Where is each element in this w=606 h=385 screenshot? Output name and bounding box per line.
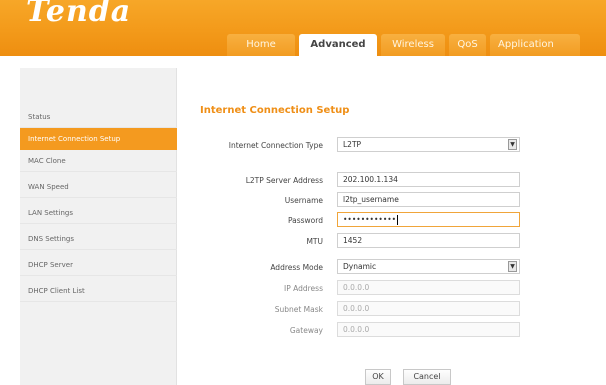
ip-address-input: 0.0.0.0 — [337, 280, 520, 295]
text-cursor — [397, 215, 399, 225]
chevron-down-icon[interactable]: ▼ — [508, 261, 517, 272]
cancel-button[interactable]: Cancel — [403, 369, 451, 385]
sidebar-item-wan-speed[interactable]: WAN Speed — [20, 176, 177, 198]
server-address-input[interactable]: 202.100.1.134 — [337, 172, 520, 187]
connection-type-select[interactable]: L2TP ▼ — [337, 137, 520, 152]
sidebar: Status Internet Connection Setup MAC Clo… — [20, 68, 177, 385]
mtu-input[interactable]: 1452 — [337, 233, 520, 248]
tab-home[interactable]: Home — [227, 34, 295, 56]
mtu-label: MTU — [306, 237, 323, 246]
tenda-logo: Tenda — [26, 0, 132, 29]
address-mode-label: Address Mode — [270, 263, 323, 272]
server-address-label: L2TP Server Address — [245, 176, 323, 185]
subnet-mask-label: Subnet Mask — [274, 305, 323, 314]
sidebar-item-dhcp-server[interactable]: DHCP Server — [20, 254, 177, 276]
sidebar-item-dns-settings[interactable]: DNS Settings — [20, 228, 177, 250]
page-title: Internet Connection Setup — [200, 105, 350, 116]
sidebar-item-mac-clone[interactable]: MAC Clone — [20, 150, 177, 172]
tab-advanced[interactable]: Advanced — [299, 34, 377, 56]
username-input[interactable]: l2tp_username — [337, 192, 520, 207]
sidebar-item-internet-connection-setup[interactable]: Internet Connection Setup — [20, 128, 177, 150]
sidebar-item-lan-settings[interactable]: LAN Settings — [20, 202, 177, 224]
header-bar: Tenda Home Advanced Wireless QoS Applica… — [0, 0, 606, 56]
chevron-down-icon[interactable]: ▼ — [508, 139, 517, 150]
password-value: •••••••••••• — [343, 215, 397, 224]
subnet-mask-input: 0.0.0.0 — [337, 301, 520, 316]
username-label: Username — [284, 196, 323, 205]
address-mode-select[interactable]: Dynamic ▼ — [337, 259, 520, 274]
password-label: Password — [287, 216, 323, 225]
ok-button[interactable]: OK — [365, 369, 391, 385]
sidebar-item-status[interactable]: Status — [20, 106, 177, 128]
connection-type-value: L2TP — [343, 140, 362, 149]
connection-type-label: Internet Connection Type — [228, 141, 323, 150]
tab-application[interactable]: Application — [490, 34, 580, 56]
ip-address-label: IP Address — [284, 284, 323, 293]
top-nav-tabs: Home Advanced Wireless QoS Application — [227, 34, 584, 56]
address-mode-value: Dynamic — [343, 262, 377, 271]
sidebar-item-dhcp-client-list[interactable]: DHCP Client List — [20, 280, 177, 302]
tab-qos[interactable]: QoS — [449, 34, 486, 56]
tab-wireless[interactable]: Wireless — [381, 34, 445, 56]
password-input[interactable]: •••••••••••• — [337, 212, 520, 227]
gateway-label: Gateway — [289, 326, 323, 335]
gateway-input: 0.0.0.0 — [337, 322, 520, 337]
